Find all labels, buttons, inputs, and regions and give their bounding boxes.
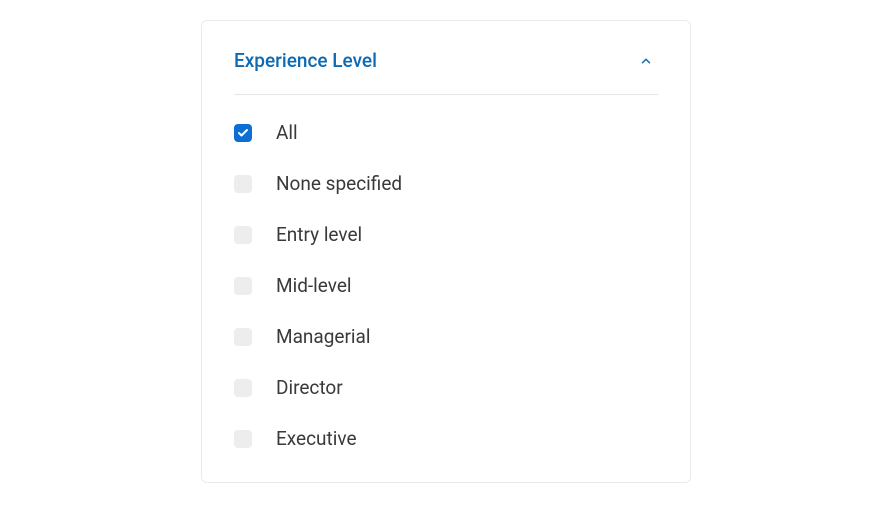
chevron-up-icon[interactable] (638, 53, 654, 69)
option-mid-level[interactable]: Mid-level (234, 274, 658, 297)
option-executive[interactable]: Executive (234, 427, 658, 450)
checkbox-director[interactable] (234, 379, 252, 397)
option-all[interactable]: All (234, 121, 658, 144)
checkbox-all[interactable] (234, 124, 252, 142)
checkbox-none-specified[interactable] (234, 175, 252, 193)
option-label: Director (276, 376, 343, 399)
option-label: Managerial (276, 325, 371, 348)
checkbox-managerial[interactable] (234, 328, 252, 346)
checkbox-executive[interactable] (234, 430, 252, 448)
filter-header: Experience Level (234, 49, 658, 95)
option-list: All None specified Entry level Mid-level… (234, 121, 658, 450)
option-label: Executive (276, 427, 357, 450)
option-managerial[interactable]: Managerial (234, 325, 658, 348)
filter-title: Experience Level (234, 49, 377, 72)
option-director[interactable]: Director (234, 376, 658, 399)
option-label: Mid-level (276, 274, 352, 297)
option-label: None specified (276, 172, 402, 195)
option-label: Entry level (276, 223, 362, 246)
option-label: All (276, 121, 298, 144)
option-entry-level[interactable]: Entry level (234, 223, 658, 246)
checkbox-mid-level[interactable] (234, 277, 252, 295)
checkbox-entry-level[interactable] (234, 226, 252, 244)
experience-level-filter-panel: Experience Level All None specified Entr… (201, 20, 691, 483)
option-none-specified[interactable]: None specified (234, 172, 658, 195)
